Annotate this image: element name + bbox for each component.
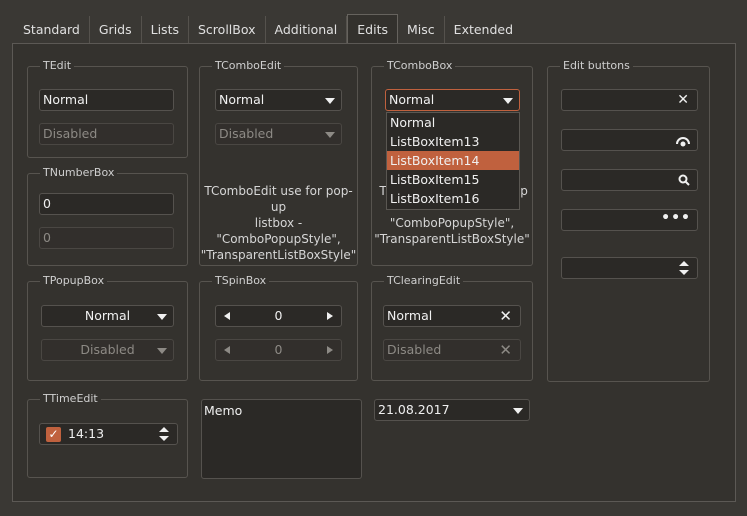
tspinbox-input[interactable]: 0 [215, 305, 342, 327]
tnumberbox-input[interactable]: 0 [39, 193, 174, 215]
clear-icon[interactable]: ✕ [499, 308, 512, 324]
tcomboedit-normal-text: Normal [219, 92, 265, 107]
tpopupbox-disabled-text: Disabled [80, 342, 135, 357]
tab-grids[interactable]: Grids [89, 16, 142, 44]
tcombobox-title: TComboBox [384, 59, 456, 73]
date-edit[interactable]: 21.08.2017 [374, 399, 530, 421]
list-item[interactable]: Normal [387, 113, 519, 132]
tnumberbox-disabled-input: 0 [39, 227, 174, 249]
tcomboedit-disabled: Disabled [215, 123, 342, 145]
chevron-down-icon[interactable] [325, 98, 335, 104]
clear-icon[interactable]: ✕ [677, 92, 689, 108]
tspinbox-group: TSpinBox [199, 274, 358, 381]
tspinbox-disabled-input: 0 [215, 339, 342, 361]
password-edit[interactable] [561, 129, 698, 151]
note-line: "TransparentListBoxStyle" [374, 232, 530, 246]
tclearingedit-normal[interactable]: Normal ✕ [383, 305, 521, 327]
tcombobox-note: "ComboPopupStyle", "TransparentListBoxSt… [372, 215, 532, 247]
note-line: listbox - [254, 216, 303, 230]
edit-buttons-title: Edit buttons [560, 59, 633, 73]
tspinbox-value: 0 [274, 308, 283, 323]
chevron-down-icon [325, 132, 335, 138]
tedit-disabled-input: Disabled [39, 123, 174, 145]
list-item-selected[interactable]: ListBoxItem14 [387, 151, 519, 170]
spin-icon[interactable] [159, 427, 169, 441]
tpopupbox-group: TPopupBox [27, 274, 188, 381]
tab-misc[interactable]: Misc [398, 16, 445, 44]
tcombobox-select[interactable]: Normal [385, 89, 520, 111]
tcomboedit-note: TComboEdit use for pop-up listbox - "Com… [200, 183, 357, 263]
chevron-down-icon[interactable] [503, 98, 513, 104]
decrement-arrow-icon [224, 346, 230, 354]
tcombobox-value: Normal [389, 92, 435, 107]
clear-button-edit[interactable]: ✕ [561, 89, 698, 111]
date-edit-value: 21.08.2017 [378, 402, 450, 417]
tpopupbox-normal[interactable]: Normal [41, 305, 174, 327]
search-icon[interactable] [678, 174, 690, 186]
tspinbox-disabled-value: 0 [274, 342, 283, 357]
ellipsis-edit[interactable]: ••• [561, 209, 698, 231]
list-item[interactable]: ListBoxItem13 [387, 132, 519, 151]
chevron-down-icon [157, 348, 167, 354]
increment-arrow-icon[interactable] [327, 312, 333, 320]
tspinbox-title: TSpinBox [212, 274, 270, 288]
ttimeedit-input[interactable]: ✓ 14:13 [39, 423, 178, 445]
search-edit[interactable] [561, 169, 698, 191]
tab-edits[interactable]: Edits [347, 14, 399, 43]
ttimeedit-title: TTimeEdit [40, 392, 101, 406]
time-enabled-checkbox[interactable]: ✓ [46, 427, 61, 442]
tedit-title: TEdit [40, 59, 75, 73]
chevron-down-icon[interactable] [513, 408, 523, 414]
tclearingedit-group: TClearingEdit [371, 274, 533, 381]
tpopupbox-title: TPopupBox [40, 274, 108, 288]
clear-icon: ✕ [499, 341, 512, 359]
tab-extended[interactable]: Extended [444, 16, 523, 44]
spin-edit[interactable] [561, 257, 698, 279]
decrement-arrow-icon[interactable] [224, 312, 230, 320]
tpopupbox-disabled: Disabled [41, 339, 174, 361]
tcomboedit-title: TComboEdit [212, 59, 285, 73]
tnumberbox-group: TNumberBox [27, 166, 188, 266]
tedit-normal-input[interactable]: Normal [39, 89, 174, 111]
tcomboedit-disabled-text: Disabled [219, 126, 274, 141]
note-line: "ComboPopupStyle", [216, 232, 341, 246]
increment-arrow-icon [327, 346, 333, 354]
ttimeedit-value: 14:13 [68, 426, 105, 441]
ellipsis-icon[interactable]: ••• [661, 208, 691, 228]
tclearingedit-title: TClearingEdit [384, 274, 464, 288]
tab-lists[interactable]: Lists [141, 16, 189, 44]
spin-icon[interactable] [679, 261, 689, 275]
password-eye-icon[interactable] [675, 133, 691, 147]
tab-additional[interactable]: Additional [265, 16, 348, 44]
chevron-down-icon[interactable] [157, 314, 167, 320]
memo-textarea[interactable]: Memo [201, 399, 362, 479]
list-item[interactable]: ListBoxItem15 [387, 170, 519, 189]
note-line: "ComboPopupStyle", [389, 216, 515, 230]
tab-bar: Standard Grids Lists ScrollBox Additiona… [14, 14, 523, 44]
note-line: "TransparentListBoxStyle" [200, 248, 357, 262]
tnumberbox-title: TNumberBox [40, 166, 118, 180]
tpopupbox-normal-text: Normal [84, 308, 131, 323]
tclearingedit-disabled-text: Disabled [387, 342, 442, 357]
tab-scrollbox[interactable]: ScrollBox [189, 16, 266, 44]
tcombobox-note-partial-right: p [520, 184, 528, 198]
tcomboedit-normal[interactable]: Normal [215, 89, 342, 111]
tclearingedit-normal-text: Normal [387, 308, 433, 323]
tab-standard[interactable]: Standard [14, 16, 90, 44]
tclearingedit-disabled: Disabled ✕ [383, 339, 521, 361]
list-item[interactable]: ListBoxItem16 [387, 189, 519, 208]
combobox-popup-list: Normal ListBoxItem13 ListBoxItem14 ListB… [386, 112, 520, 210]
note-line: TComboEdit use for pop-up [204, 184, 353, 214]
